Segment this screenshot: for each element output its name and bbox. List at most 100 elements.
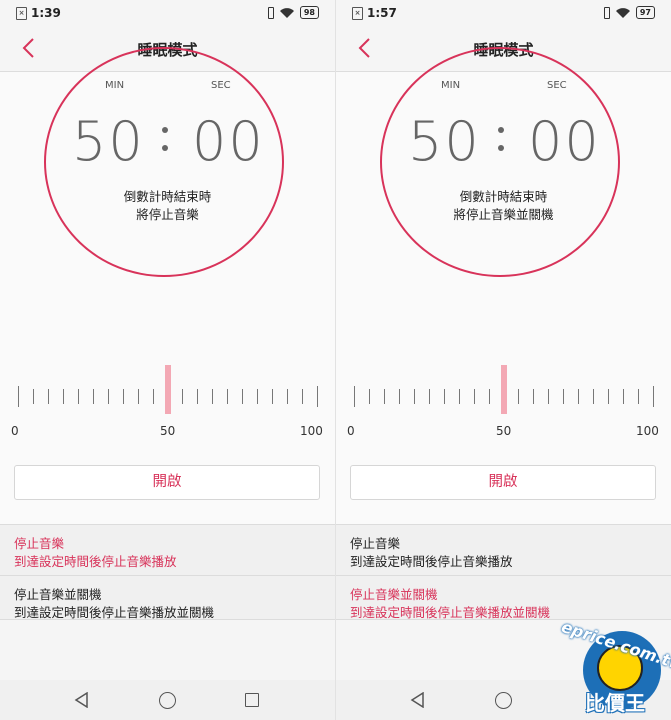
- slider-tick: [413, 389, 415, 404]
- slider-tick: [398, 389, 400, 404]
- slider-tick: [368, 389, 370, 404]
- timer-message-line2: 將停止音樂並關機: [453, 207, 554, 222]
- nav-bar: [0, 680, 335, 720]
- timer-seconds: 00: [192, 110, 265, 173]
- slider-tick: [47, 389, 49, 404]
- slider-label-mid: 50: [496, 424, 512, 438]
- slider-tick: [302, 389, 304, 404]
- wifi-icon: [279, 7, 294, 18]
- slider-tick: [257, 389, 259, 404]
- slider-tick: [92, 389, 94, 404]
- slider-tick: [317, 386, 318, 407]
- vibrate-icon: [266, 6, 274, 19]
- slider-tick: [182, 389, 184, 404]
- slider-tick: [62, 389, 64, 404]
- screen-left: × 1:39 98 睡眠模式 MIN SEC 50 00 倒數計時結束時 將停止…: [0, 0, 335, 720]
- sec-label: SEC: [547, 80, 567, 91]
- slider-tick: [578, 389, 580, 404]
- option-desc: 到達設定時間後停止音樂播放: [14, 554, 177, 569]
- option-title: 停止音樂: [350, 536, 401, 551]
- option-title: 停止音樂: [14, 536, 65, 551]
- nav-recents-icon[interactable]: [245, 693, 259, 707]
- time-slider[interactable]: [0, 365, 335, 415]
- nav-home-icon[interactable]: [159, 692, 176, 709]
- option-list: 停止音樂 到達設定時間後停止音樂播放 停止音樂並關機 到達設定時間後停止音樂播放…: [0, 524, 335, 620]
- slider-tick: [473, 389, 475, 404]
- timer-message-line1: 倒數計時結束時: [459, 189, 548, 204]
- time-slider[interactable]: [336, 365, 671, 415]
- sim-icon: ×: [16, 6, 27, 20]
- slider-tick: [272, 389, 274, 404]
- option-stop-music-shutdown[interactable]: 停止音樂並關機 到達設定時間後停止音樂播放並關機: [336, 575, 671, 620]
- screen-right: × 1:57 97 睡眠模式 MIN SEC 50 00 倒數計時結束時 將停止…: [336, 0, 671, 720]
- slider-tick: [593, 389, 595, 404]
- slider-label-max: 100: [300, 424, 323, 438]
- wifi-icon: [615, 7, 630, 18]
- slider-tick: [563, 389, 565, 404]
- nav-home-icon[interactable]: [495, 692, 512, 709]
- slider-tick: [354, 386, 355, 407]
- slider-tick: [212, 389, 214, 404]
- timer-message-line2: 將停止音樂: [136, 207, 199, 222]
- slider-label-mid: 50: [160, 424, 176, 438]
- slider-tick: [242, 389, 244, 404]
- slider-tick: [107, 389, 109, 404]
- slider-tick: [197, 389, 199, 404]
- slider-tick: [152, 389, 154, 404]
- slider-tick: [18, 386, 19, 407]
- watermark-brand: 比價王: [585, 691, 645, 715]
- timer-minutes: 50: [72, 110, 145, 173]
- slider-tick: [533, 389, 535, 404]
- slider-tick: [443, 389, 445, 404]
- min-label: MIN: [441, 80, 461, 91]
- sim-icon: ×: [352, 6, 363, 20]
- slider-label-max: 100: [636, 424, 659, 438]
- slider-tick: [32, 389, 34, 404]
- slider-tick: [428, 389, 430, 404]
- start-button[interactable]: 開啟: [14, 465, 320, 500]
- timer-colon: [498, 119, 504, 157]
- option-stop-music[interactable]: 停止音樂 到達設定時間後停止音樂播放: [0, 524, 335, 575]
- nav-back-icon[interactable]: [410, 692, 426, 708]
- option-desc: 到達設定時間後停止音樂播放並關機: [14, 605, 215, 620]
- eprice-watermark: eprice.com.tw 比價王: [559, 617, 671, 717]
- slider-tick: [77, 389, 79, 404]
- slider-indicator[interactable]: [500, 365, 507, 414]
- battery-icon: 98: [299, 6, 319, 19]
- slider-tick: [122, 389, 124, 404]
- option-title: 停止音樂並關機: [350, 587, 438, 602]
- slider-tick: [623, 389, 625, 404]
- slider-tick: [488, 389, 490, 404]
- slider-tick: [383, 389, 385, 404]
- slider-tick: [287, 389, 289, 404]
- sec-label: SEC: [211, 80, 231, 91]
- timer-minutes: 50: [408, 110, 481, 173]
- timer-colon: [162, 119, 168, 157]
- slider-label-min: 0: [347, 424, 355, 438]
- slider-tick: [608, 389, 610, 404]
- timer-message-line1: 倒數計時結束時: [123, 189, 212, 204]
- status-time: 1:39: [31, 6, 61, 20]
- option-list: 停止音樂 到達設定時間後停止音樂播放 停止音樂並關機 到達設定時間後停止音樂播放…: [336, 524, 671, 620]
- slider-indicator[interactable]: [164, 365, 171, 414]
- option-desc: 到達設定時間後停止音樂播放: [350, 554, 513, 569]
- slider-tick: [518, 389, 520, 404]
- slider-tick: [653, 386, 654, 407]
- timer-seconds: 00: [528, 110, 601, 173]
- status-bar: × 1:39 98: [0, 0, 335, 26]
- slider-tick: [548, 389, 550, 404]
- nav-back-icon[interactable]: [74, 692, 90, 708]
- vibrate-icon: [602, 6, 610, 19]
- option-stop-music-shutdown[interactable]: 停止音樂並關機 到達設定時間後停止音樂播放並關機: [0, 575, 335, 620]
- min-label: MIN: [105, 80, 125, 91]
- slider-tick: [227, 389, 229, 404]
- option-title: 停止音樂並關機: [14, 587, 102, 602]
- status-time: 1:57: [367, 6, 397, 20]
- slider-tick: [458, 389, 460, 404]
- start-button[interactable]: 開啟: [350, 465, 656, 500]
- slider-label-min: 0: [11, 424, 19, 438]
- status-bar: × 1:57 97: [336, 0, 671, 26]
- battery-icon: 97: [635, 6, 655, 19]
- option-stop-music[interactable]: 停止音樂 到達設定時間後停止音樂播放: [336, 524, 671, 575]
- slider-tick: [638, 389, 640, 404]
